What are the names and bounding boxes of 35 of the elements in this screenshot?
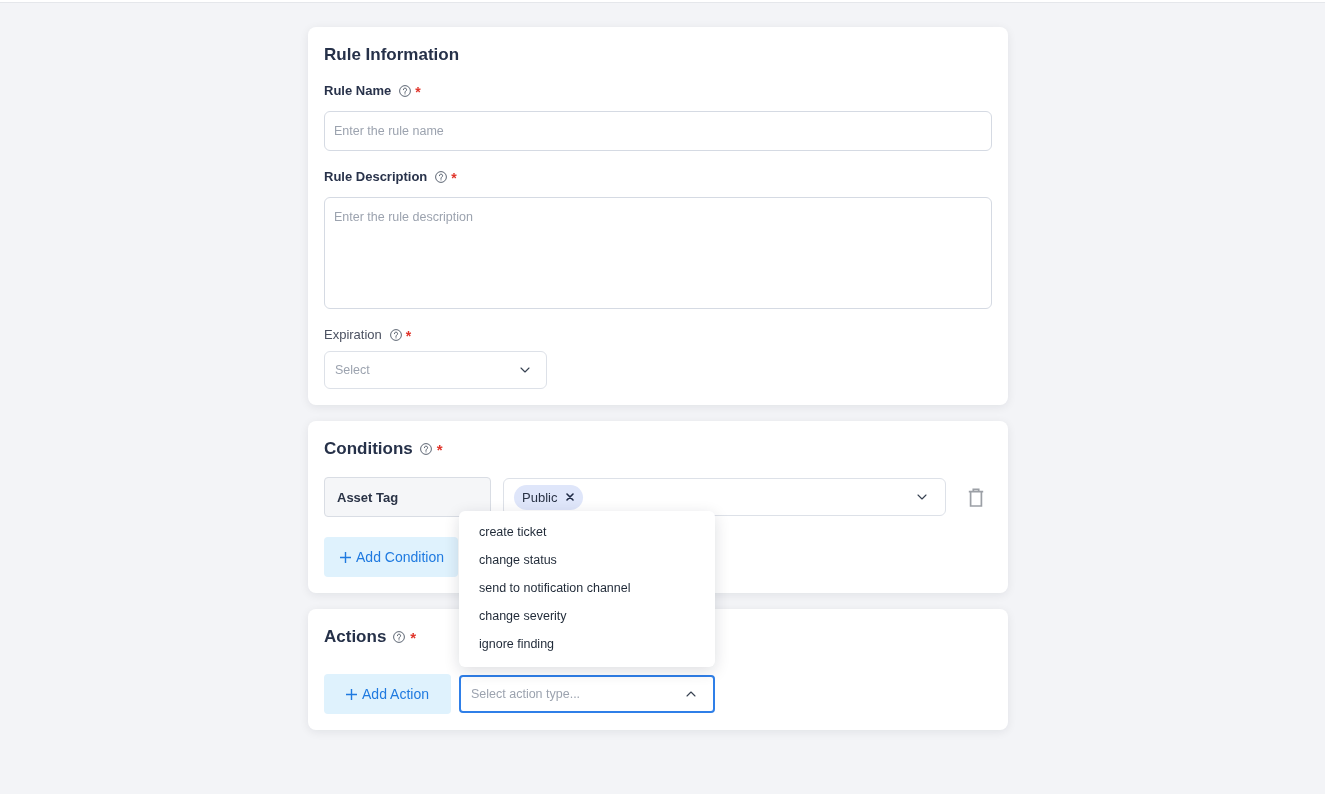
field-label: Rule Name [324,83,392,99]
required-mark: * [405,329,412,343]
menu-option[interactable]: change status [459,546,715,574]
menu-option[interactable]: ignore finding [459,630,715,658]
menu-option[interactable]: send to notification channel [459,574,715,602]
required-mark: * [410,631,417,645]
section-title: Actions [324,626,387,648]
close-icon[interactable] [566,493,575,501]
trash-icon[interactable] [968,487,984,507]
chevron-up-icon [686,691,696,697]
multi-select-field[interactable]: Public [503,478,946,516]
help-icon[interactable] [389,329,402,341]
add-action-button[interactable]: Add Action [324,674,451,714]
required-mark: * [415,85,421,99]
add-condition-button[interactable]: Add Condition [324,537,458,577]
menu-option[interactable]: create ticket [459,518,715,546]
menu-option[interactable]: change severity [459,602,715,630]
condition-field[interactable]: Asset Tag [324,477,491,517]
help-icon[interactable] [419,443,432,455]
field-label: Rule Description [324,169,428,185]
help-icon[interactable] [435,171,448,183]
section-title: Rule Information [324,44,460,66]
field-label: Expiration [324,327,382,343]
plus-icon [340,551,351,563]
help-icon[interactable] [399,85,412,97]
plus-icon [346,688,358,700]
chevron-down-icon [520,367,530,373]
chip-label: Public [522,489,558,505]
text-input[interactable]: Enter the rule name [324,111,992,151]
section-title: Conditions [324,438,413,460]
required-mark: * [436,443,443,457]
textarea-field[interactable]: Enter the rule description [324,197,992,309]
help-icon[interactable] [393,631,406,643]
chevron-down-icon [917,494,927,500]
required-mark: * [451,171,457,185]
